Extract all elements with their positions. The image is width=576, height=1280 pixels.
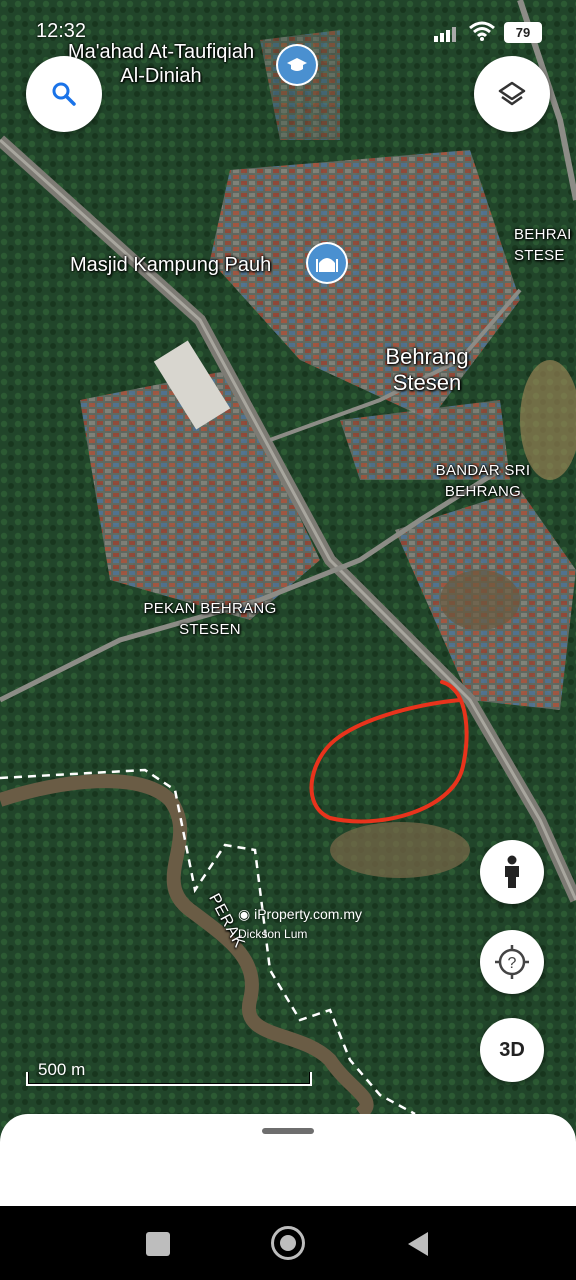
mosque-icon: [316, 258, 338, 272]
place-label-edge-line1: BEHRAI: [514, 226, 572, 243]
place-label-pekan-line2: STESEN: [179, 621, 241, 638]
back-button[interactable]: [404, 1230, 430, 1258]
watermark-agent: Dickson Lum: [238, 927, 308, 941]
sheet-drag-handle[interactable]: [262, 1128, 314, 1134]
place-label-behrang-line2: Stesen: [392, 370, 462, 395]
school-pin[interactable]: [278, 46, 316, 84]
my-location-button[interactable]: ?: [480, 930, 544, 994]
watermark-site: ◉ iProperty.com.my: [238, 906, 362, 923]
3d-toggle-button[interactable]: 3D: [480, 1018, 544, 1082]
location-unknown-icon: ?: [495, 945, 529, 979]
place-label-bandar-sri-behrang[interactable]: BANDAR SRI BEHRANG: [418, 460, 548, 502]
place-label-behrang-line1: Behrang: [385, 344, 469, 369]
recents-button[interactable]: [146, 1232, 170, 1256]
place-label-edge[interactable]: BEHRAI STESE: [514, 224, 576, 266]
home-button[interactable]: [271, 1226, 305, 1260]
graduation-cap-icon: [287, 58, 307, 71]
layers-button[interactable]: [474, 56, 550, 132]
watermark-site-text: iProperty.com.my: [254, 906, 362, 922]
search-button[interactable]: [26, 56, 102, 132]
place-label-edge-line2: STESE: [514, 247, 565, 264]
search-icon: [52, 82, 76, 106]
wifi-icon: [469, 21, 495, 41]
3d-label: 3D: [499, 1038, 525, 1061]
place-label-bandar-line2: BEHRANG: [444, 483, 522, 500]
svg-text:?: ?: [508, 955, 517, 972]
scale-bar: 500 m: [26, 1058, 312, 1086]
scale-label: 500 m: [38, 1060, 86, 1079]
place-label-bandar-line1: BANDAR SRI: [435, 462, 531, 479]
system-nav-bar: [0, 1206, 576, 1280]
place-label-mosque[interactable]: Masjid Kampung Pauh: [70, 254, 271, 277]
location-pin-icon: ◉: [238, 906, 251, 922]
watermark: ◉ iProperty.com.my Dickson Lum: [238, 906, 362, 941]
bottom-sheet[interactable]: [0, 1114, 576, 1206]
place-label-pekan-line1: PEKAN BEHRANG: [143, 600, 277, 617]
signal-icon: [434, 27, 456, 42]
place-label-pekan-behrang[interactable]: PEKAN BEHRANG STESEN: [138, 598, 282, 640]
home-dot-icon: [280, 1235, 296, 1251]
battery-icon: 79: [504, 22, 542, 43]
satellite-map[interactable]: [0, 0, 576, 1280]
place-label-behrang-stesen[interactable]: Behrang Stesen: [372, 344, 482, 396]
layers-icon: [498, 81, 526, 106]
battery-level: 79: [515, 25, 531, 40]
street-view-button[interactable]: [480, 840, 544, 904]
pegman-icon: [505, 855, 519, 888]
mosque-pin[interactable]: [308, 244, 346, 282]
